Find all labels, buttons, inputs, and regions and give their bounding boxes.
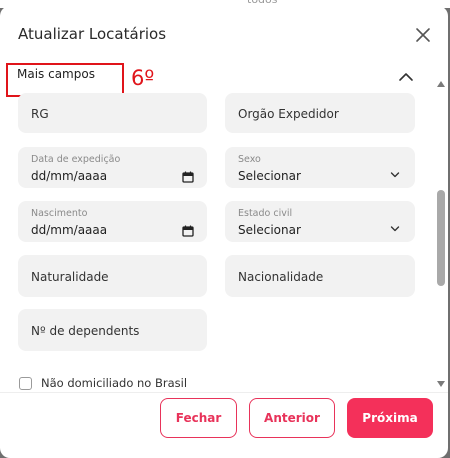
nacionalidade-placeholder: Nacionalidade: [238, 270, 324, 284]
estado-civil-value: Selecionar: [238, 223, 301, 237]
naturalidade-placeholder: Naturalidade: [31, 270, 109, 284]
nao-domiciliado-label: Não domiciliado no Brasil: [41, 376, 188, 390]
close-icon[interactable]: [414, 26, 432, 44]
orgao-expedidor-input[interactable]: Orgão Expedidor: [225, 93, 415, 133]
nascimento-value: dd/mm/aaaa: [31, 223, 108, 237]
modal-scrollbar[interactable]: [435, 72, 447, 387]
chevron-up-icon[interactable]: [398, 68, 414, 81]
nao-domiciliado-checkbox[interactable]: [19, 377, 32, 390]
naturalidade-input[interactable]: Naturalidade: [18, 255, 207, 297]
calendar-icon[interactable]: [182, 168, 194, 183]
scroll-down-arrow-icon[interactable]: [436, 373, 446, 387]
dependentes-input[interactable]: Nº de dependents: [18, 309, 207, 351]
nacionalidade-input[interactable]: Nacionalidade: [225, 255, 415, 297]
data-expedicao-value: dd/mm/aaaa: [31, 169, 108, 183]
fechar-button[interactable]: Fechar: [160, 398, 237, 438]
sexo-value: Selecionar: [238, 169, 301, 183]
update-tenants-modal: Atualizar Locatários Mais campos 6º RG O…: [0, 6, 448, 458]
rg-input[interactable]: RG: [18, 93, 207, 133]
anterior-button[interactable]: Anterior: [249, 398, 335, 438]
annotation-step-label: 6º: [131, 66, 155, 90]
sexo-select[interactable]: Sexo Selecionar: [225, 147, 415, 188]
nascimento-field[interactable]: Nascimento dd/mm/aaaa: [18, 201, 207, 242]
dependentes-placeholder: Nº de dependents: [31, 324, 140, 338]
scroll-thumb[interactable]: [437, 190, 445, 286]
scroll-up-arrow-icon[interactable]: [436, 73, 446, 87]
estado-civil-select[interactable]: Estado civil Selecionar: [225, 201, 415, 242]
data-expedicao-field[interactable]: Data de expedição dd/mm/aaaa: [18, 147, 207, 188]
nao-domiciliado-row[interactable]: Não domiciliado no Brasil: [19, 376, 399, 390]
sexo-label: Sexo: [238, 154, 261, 165]
modal-title: Atualizar Locatários: [18, 25, 167, 43]
footer-divider: [0, 392, 448, 393]
orgao-expedidor-placeholder: Orgão Expedidor: [238, 107, 339, 121]
chevron-down-icon: [390, 164, 400, 178]
nascimento-label: Nascimento: [31, 208, 88, 219]
calendar-icon[interactable]: [182, 222, 194, 237]
estado-civil-label: Estado civil: [238, 208, 293, 219]
annotation-highlight-box: [6, 63, 124, 97]
data-expedicao-label: Data de expedição: [31, 154, 121, 165]
rg-placeholder: RG: [31, 107, 49, 121]
chevron-down-icon: [390, 218, 400, 232]
proxima-button[interactable]: Próxima: [347, 398, 433, 438]
